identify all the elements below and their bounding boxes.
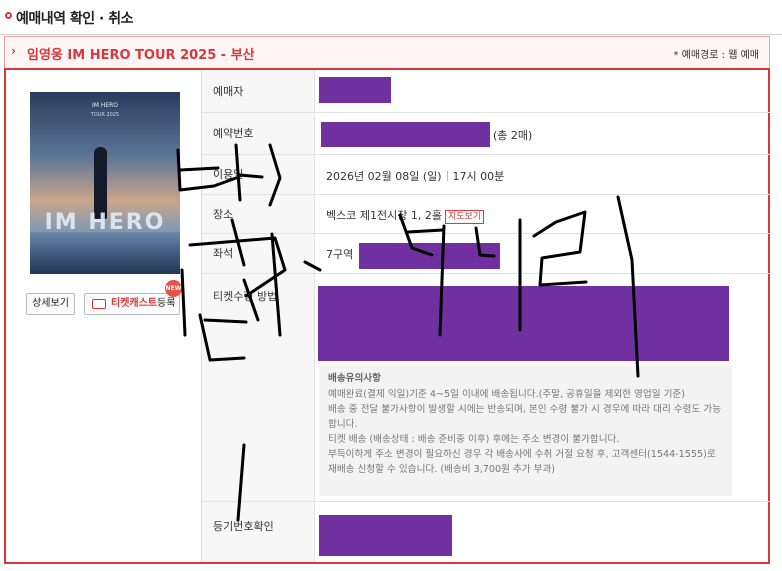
booking-number-label: 예약번호 bbox=[202, 113, 315, 155]
venue-value: 벡스코 제1전시장 1, 2홀 bbox=[326, 209, 442, 222]
delivery-notice-line: 티켓 배송 (배송상태 : 배송 준비중 이후) 후에는 주소 변경이 불가합니… bbox=[328, 434, 620, 445]
date-value-cell: 2026년 02월 08일 (일) 17시 00분 bbox=[315, 155, 770, 195]
delivery-notice-line: 배송 중 전달 불가사항이 발생할 시에는 반송되며, 본인 수령 불가 시 경… bbox=[328, 404, 722, 430]
ticket-count: (총 2매) bbox=[493, 129, 533, 142]
delivery-notice: 배송유의사항 예매완료(결제 익일)기준 4~5일 이내에 배송됩니다.(주말,… bbox=[319, 365, 732, 496]
seat-label: 좌석 bbox=[202, 234, 315, 274]
delivery-notice-line: 부득이하게 주소 변경이 필요하신 경우 각 배송사에 수취 거절 요청 후, … bbox=[328, 449, 716, 475]
event-poster: IM HERO TOUR 2025 IM HERO bbox=[30, 92, 180, 274]
chevron-right-icon: › bbox=[11, 44, 16, 58]
venue-value-cell: 벡스코 제1전시장 1, 2홀 지도보기 bbox=[315, 195, 770, 234]
booker-label: 예매자 bbox=[202, 70, 315, 113]
seat-value-cell: 7구역 bbox=[315, 234, 770, 274]
redacted-receive-method bbox=[318, 286, 729, 361]
ticket-receive-value: 배송유의사항 예매완료(결제 익일)기준 4~5일 이내에 배송됩니다.(주말,… bbox=[315, 274, 770, 502]
divider bbox=[446, 171, 448, 181]
redacted-booking-number bbox=[321, 122, 490, 147]
detail-button[interactable]: 상세보기 bbox=[26, 293, 75, 315]
time-value: 17시 00분 bbox=[452, 170, 505, 183]
map-link[interactable]: 지도보기 bbox=[444, 210, 485, 224]
poster-logo: IM HERO bbox=[44, 210, 166, 235]
booking-info-table: 예매자 예약번호 (총 2매) 이용일 2026년 02월 08일 (일) 17시… bbox=[201, 70, 770, 562]
event-title: 임영웅 IM HERO TOUR 2025 - 부산 bbox=[27, 48, 255, 63]
seat-value: 7구역 bbox=[326, 248, 354, 261]
poster-figure bbox=[94, 147, 107, 219]
poster-title: IM HERO bbox=[91, 102, 119, 109]
date-value: 2026년 02월 08일 (일) bbox=[326, 170, 442, 183]
tracking-label: 등기번호확인 bbox=[202, 502, 315, 562]
page-header: 예매내역 확인 · 취소 bbox=[0, 0, 782, 35]
redacted-booker bbox=[319, 77, 391, 103]
venue-label: 장소 bbox=[202, 195, 315, 234]
ticket-receive-label: 티켓수령 방법 bbox=[202, 274, 315, 502]
delivery-notice-line: 예매완료(결제 익일)기준 4~5일 이내에 배송됩니다.(주말, 공휴일을 제… bbox=[328, 389, 685, 400]
folder-icon bbox=[92, 299, 106, 309]
date-label: 이용일 bbox=[202, 155, 315, 195]
poster-reflection bbox=[30, 232, 180, 274]
poster-subtitle: TOUR 2025 bbox=[90, 112, 120, 118]
redacted-seat bbox=[359, 243, 500, 269]
new-badge: NEW bbox=[165, 280, 182, 297]
ticketcast-label: 티켓캐스트 bbox=[111, 298, 157, 309]
booking-route: * 예매경로 : 웹 예매 bbox=[673, 50, 759, 61]
register-label: 등록 bbox=[157, 298, 176, 309]
tracking-value bbox=[315, 502, 770, 562]
delivery-notice-title: 배송유의사항 bbox=[328, 373, 381, 384]
event-title-bar: › 임영웅 IM HERO TOUR 2025 - 부산 * 예매경로 : 웹 … bbox=[4, 36, 770, 68]
booking-number-value: (총 2매) bbox=[315, 113, 770, 155]
booking-detail-box: IM HERO TOUR 2025 IM HERO 상세보기 티켓캐스트등록 N… bbox=[4, 68, 770, 564]
page-title: 예매내역 확인 · 취소 bbox=[16, 11, 133, 27]
bullet-icon bbox=[5, 12, 12, 19]
booker-value bbox=[315, 70, 770, 113]
ticketcast-register-button[interactable]: 티켓캐스트등록 bbox=[84, 293, 180, 315]
redacted-tracking-number bbox=[319, 515, 452, 556]
